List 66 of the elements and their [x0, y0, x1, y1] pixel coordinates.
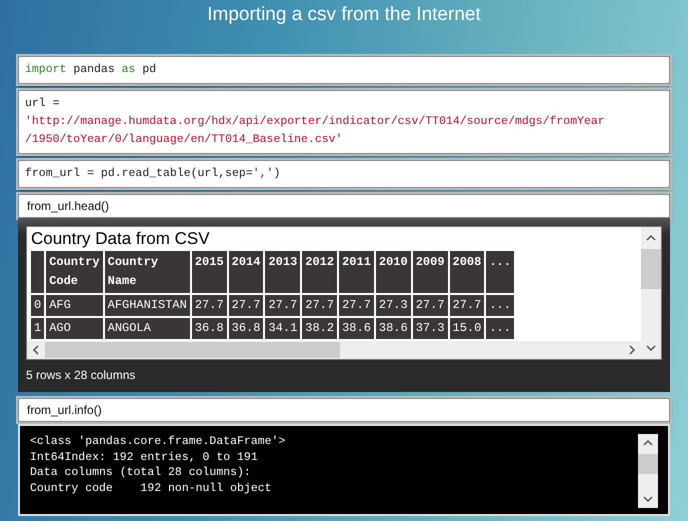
table-title: Country Data from CSV	[30, 228, 211, 249]
console-line: <class 'pandas.core.frame.DataFrame'>	[30, 434, 286, 450]
table-cell: ...	[486, 295, 514, 316]
table-cell: 27.7	[265, 295, 300, 316]
code-cell[interactable]: url = 'http://manage.humdata.org/hdx/api/exporter/indicator/csv/TT014/source/mdgs/fromYear /1950/toYear/0/language/en/TT014_Baseline.csv'	[18, 90, 670, 154]
table-cell: 27.7	[339, 295, 374, 316]
table-cell: 27.7	[228, 295, 264, 316]
table-cell: 27.3	[376, 295, 411, 316]
table-cell: 36.8	[228, 318, 264, 339]
code-token: 'http://manage.humdata.org/hdx/api/exporter/indicator/csv/TT014/source/mdgs/fromYear	[25, 115, 605, 128]
table-cell: 15.0	[450, 318, 484, 339]
scroll-up-icon[interactable]	[646, 233, 656, 243]
table-cell: 38.6	[376, 318, 411, 339]
column-header: 2010	[376, 251, 411, 293]
table-cell: AFGHANISTAN	[104, 295, 190, 316]
scroll-up-icon[interactable]	[643, 438, 653, 448]
table-cell: AGO	[46, 318, 103, 339]
vertical-scrollbar[interactable]	[638, 434, 658, 508]
column-header: 2014	[228, 251, 264, 293]
table-cell: 27.7	[302, 295, 338, 316]
column-header: Country Name	[104, 251, 190, 293]
code-token: as	[122, 63, 136, 76]
table-cell: 38.6	[339, 318, 374, 339]
column-header: 2012	[302, 251, 338, 293]
table-cell: 27.7	[192, 295, 227, 316]
code-token: ','	[252, 167, 274, 180]
scroll-down-icon[interactable]	[646, 343, 656, 353]
column-header: 2009	[412, 251, 448, 293]
scroll-left-icon[interactable]	[31, 345, 41, 355]
table-cell: 1	[31, 318, 44, 339]
code-cell[interactable]: from_url = pd.read_table(url,sep=',')	[18, 160, 670, 188]
table-cell: 27.7	[412, 295, 448, 316]
code-token: from_url = pd.read_table(url,sep=	[25, 167, 253, 180]
console-line: Country code 192 non-null object	[30, 480, 273, 496]
table-cell: 38.2	[302, 318, 338, 339]
code-token: import	[25, 63, 66, 76]
code-token: url =	[25, 97, 60, 110]
code-token: /1950/toYear/0/language/en/TT014_Baseline.csv'	[25, 133, 342, 146]
vertical-scrollbar[interactable]	[641, 227, 661, 359]
table-cell: ANGOLA	[104, 318, 190, 339]
table-cell: 27.7	[450, 295, 484, 316]
column-header: 2013	[265, 251, 300, 293]
table-cell: ...	[486, 318, 514, 339]
column-header: ...	[486, 251, 514, 293]
scroll-down-icon[interactable]	[643, 494, 653, 504]
column-header: Country Code	[46, 251, 103, 293]
column-header: 2008	[450, 251, 484, 293]
code-cell[interactable]: from_url.info()	[18, 398, 670, 422]
code-cell[interactable]: import pandas as pd	[18, 56, 670, 84]
column-header: 2011	[339, 251, 374, 293]
code-cell[interactable]: from_url.head()	[18, 194, 670, 218]
table-cell: 36.8	[192, 318, 227, 339]
table-cell: 0	[31, 295, 44, 316]
table-cell: 37.3	[412, 318, 448, 339]
table-summary: 5 rows x 28 columns	[26, 367, 136, 384]
scroll-right-icon[interactable]	[627, 345, 637, 355]
horizontal-scrollbar[interactable]	[27, 341, 641, 359]
code-token: )	[273, 167, 280, 180]
code-token: pd	[141, 63, 156, 76]
page-title: Importing a csv from the Internet	[206, 3, 482, 27]
code-token: pandas	[72, 63, 116, 76]
table-cell: 34.1	[265, 318, 300, 339]
table-cell: AFG	[46, 295, 103, 316]
console-line: Int64Index: 192 entries, 0 to 191	[30, 450, 259, 465]
console-line: Data columns (total 28 columns):	[30, 465, 252, 480]
column-header: 2015	[192, 251, 227, 293]
